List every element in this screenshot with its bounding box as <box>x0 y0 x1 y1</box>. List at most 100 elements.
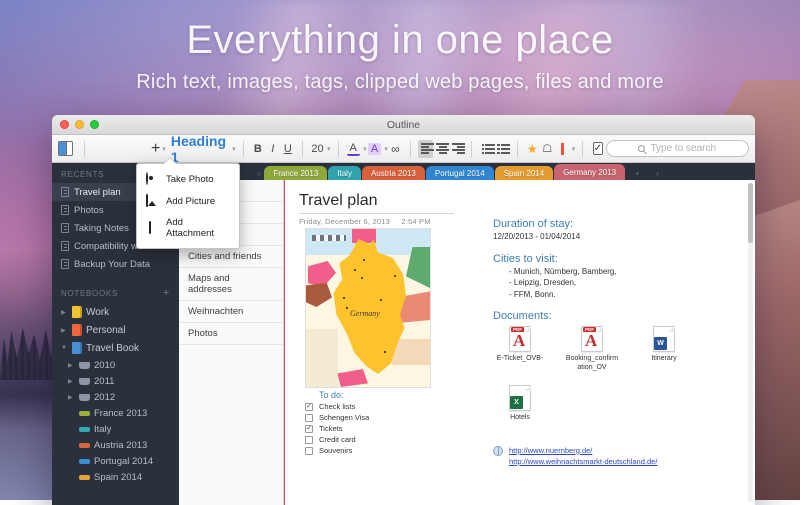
tabs-next-button[interactable]: › <box>653 171 661 180</box>
section-austria-2013[interactable]: Austria 2013 <box>52 437 179 453</box>
chevron-right-icon[interactable]: ▶ <box>68 362 75 369</box>
checkbox-icon[interactable] <box>305 447 313 455</box>
menu-item-add-attachment[interactable]: Add Attachment <box>137 212 239 244</box>
todo-item[interactable]: Souvenirs <box>305 446 475 455</box>
attachment-hotels[interactable]: X Hotels <box>493 385 547 423</box>
notebooks-label: NOTEBOOKS <box>61 289 118 298</box>
italic-button[interactable]: I <box>265 140 280 158</box>
tab-label: France 2013 <box>273 169 318 178</box>
font-size-select[interactable]: 20 <box>310 140 325 158</box>
add-notebook-button[interactable]: + <box>163 288 170 299</box>
tab-france-2013[interactable]: France 2013 <box>264 166 327 180</box>
germany-map-image[interactable]: Germany <box>305 228 431 388</box>
checkbox-checked-icon[interactable]: ✓ <box>305 425 313 433</box>
tab-italy[interactable]: Italy <box>328 166 361 180</box>
note-title[interactable]: Travel plan <box>299 192 454 214</box>
text-color-button[interactable]: A <box>345 140 361 158</box>
home-icon[interactable]: ☖ <box>540 140 555 158</box>
pdf-icon: PDFA <box>509 326 531 352</box>
page-item-cities-and-friends[interactable]: Cities and friends <box>179 246 283 268</box>
todo-item[interactable]: ✓ Check lists <box>305 402 475 411</box>
notebook-group-2012[interactable]: ▶ 2012 <box>52 389 179 405</box>
page-item-maps-and-addresses[interactable]: Maps and addresses <box>179 268 283 301</box>
notebook-group-2011[interactable]: ▶ 2011 <box>52 373 179 389</box>
chevron-down-icon[interactable]: ▼ <box>61 345 68 351</box>
note-right-column: Duration of stay: 12/20/2013 - 01/04/201… <box>493 218 743 467</box>
toolbar-divider <box>471 141 472 157</box>
chevron-right-icon[interactable]: ▶ <box>68 378 75 385</box>
section-italy[interactable]: Italy <box>52 421 179 437</box>
checkbox-checked-icon[interactable]: ✓ <box>305 403 313 411</box>
notebook-work[interactable]: ▶ Work <box>52 303 179 321</box>
search-icon <box>638 145 645 152</box>
todo-label: Souvenirs <box>319 446 352 455</box>
chevron-down-icon[interactable]: ▾ <box>162 145 166 153</box>
notebook-personal[interactable]: ▶ Personal <box>52 321 179 339</box>
section-color-chip <box>79 411 90 416</box>
star-icon[interactable]: ★ <box>525 140 540 158</box>
font-size-chevron-down-icon[interactable]: ▾ <box>327 145 331 153</box>
section-spain-2014[interactable]: Spain 2014 <box>52 469 179 485</box>
attachment-booking-confirmation[interactable]: PDFA Booking_confirmation_OV <box>565 326 619 373</box>
attachment-itinerary[interactable]: W Itinerary <box>637 326 691 373</box>
bullet-list-icon[interactable] <box>479 140 495 158</box>
sidebar-toggle-icon[interactable] <box>58 141 73 156</box>
note-icon <box>61 259 69 269</box>
checkbox-icon[interactable] <box>305 414 313 422</box>
section-france-2013[interactable]: France 2013 <box>52 405 179 421</box>
underline-button[interactable]: U <box>280 140 295 158</box>
marker-chevron-down-icon[interactable]: ▾ <box>572 145 576 153</box>
notebook-group-2010[interactable]: ▶ 2010 <box>52 357 179 373</box>
tab-portugal-2014[interactable]: Portugal 2014 <box>426 166 494 180</box>
attachment-label: E-Ticket_OVB- <box>493 355 547 364</box>
bold-button[interactable]: B <box>250 140 265 158</box>
marker-icon[interactable] <box>555 140 570 158</box>
hero-banner: Everything in one place Rich text, image… <box>0 18 800 94</box>
toolbar-divider <box>243 141 244 157</box>
todo-item[interactable]: Schengen Visa <box>305 413 475 422</box>
number-list-icon[interactable] <box>494 140 510 158</box>
tab-germany-2013[interactable]: Germany 2013 <box>554 164 625 180</box>
tab-austria-2013[interactable]: Austria 2013 <box>362 166 425 180</box>
chevron-right-icon[interactable]: ▶ <box>61 309 68 316</box>
section-label: Italy <box>94 424 111 435</box>
checkbox-tool-button[interactable]: ✓ <box>590 140 606 158</box>
align-right-icon[interactable] <box>449 140 465 158</box>
align-left-icon[interactable] <box>418 140 434 158</box>
page-item-photos[interactable]: Photos <box>179 323 283 345</box>
add-tab-button[interactable]: + <box>632 171 642 180</box>
cities-block: Cities to visit: - Munich, Nürnberg, Bam… <box>493 253 743 301</box>
chevron-right-icon[interactable]: ▶ <box>68 394 75 401</box>
tabs-prev-button[interactable]: ‹ <box>255 171 263 180</box>
highlight-color-button[interactable]: A <box>367 140 383 158</box>
todo-item[interactable]: ✓ Tickets <box>305 424 475 433</box>
note-canvas[interactable]: Travel plan Friday, December 6, 2013 2:5… <box>284 180 755 505</box>
scrollbar-thumb[interactable] <box>748 183 753 243</box>
attachment-e-ticket[interactable]: PDFA E-Ticket_OVB- <box>493 326 547 373</box>
heading-style-select[interactable]: Heading 1 <box>167 133 230 165</box>
heading-chevron-down-icon[interactable]: ▾ <box>232 145 236 153</box>
todo-list: To do: ✓ Check lists Schengen Visa ✓ <box>305 390 475 455</box>
formatting-toolbar: + ▾ Heading 1 ▾ B I U 20 ▾ A ▾ A ▾ ∞ <box>52 135 755 163</box>
attachment-row: X Hotels <box>493 385 743 423</box>
add-button[interactable]: + ▾ <box>150 140 167 158</box>
search-input[interactable]: Type to search <box>606 140 749 157</box>
tab-spain-2014[interactable]: Spain 2014 <box>495 166 553 180</box>
links-block: http://www.nuernberg.de/ http://www.weih… <box>493 445 743 468</box>
align-center-icon[interactable] <box>433 140 449 158</box>
todo-item[interactable]: Credit card <box>305 435 475 444</box>
vertical-scrollbar[interactable] <box>748 183 753 502</box>
notebook-travel-book[interactable]: ▼ Travel Book <box>52 339 179 357</box>
sidebar-item-backup[interactable]: Backup Your Data <box>52 255 179 273</box>
link-weihnachtsmarkt[interactable]: http://www.weihnachtsmarkt-deutschland.d… <box>509 456 657 467</box>
page-item-weihnachten[interactable]: Weihnachten <box>179 301 283 323</box>
recents-label: RECENTS <box>61 170 104 179</box>
link-icon[interactable]: ∞ <box>388 140 403 158</box>
link-nuernberg[interactable]: http://www.nuernberg.de/ <box>509 445 657 456</box>
checkbox-icon[interactable] <box>305 436 313 444</box>
section-color-chip <box>79 427 90 432</box>
chevron-right-icon[interactable]: ▶ <box>61 327 68 334</box>
menu-item-take-photo[interactable]: Take Photo <box>137 168 239 190</box>
menu-item-add-picture[interactable]: Add Picture <box>137 190 239 212</box>
section-portugal-2014[interactable]: Portugal 2014 <box>52 453 179 469</box>
